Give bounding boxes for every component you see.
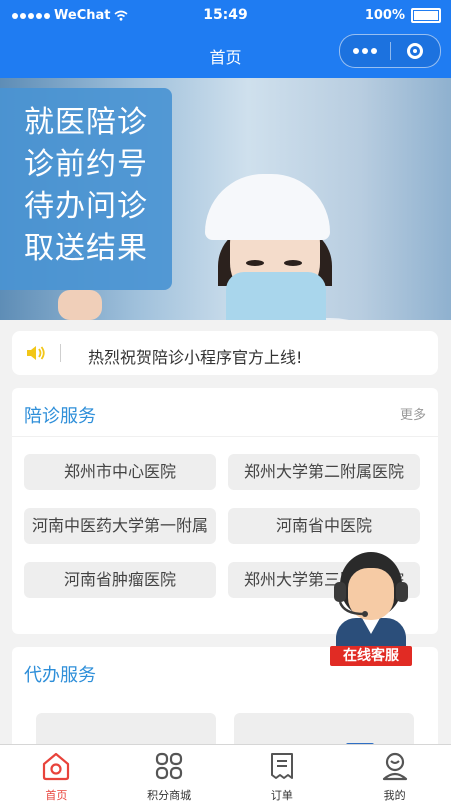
headset-icon — [334, 582, 408, 617]
hospital-item[interactable]: 河南省肿瘤医院 — [24, 562, 216, 598]
home-icon — [43, 752, 70, 781]
tab-label: 积分商城 — [147, 789, 192, 802]
announcement-bar[interactable]: 热烈祝贺陪诊小程序官方上线! — [12, 331, 438, 375]
announcement-text: 热烈祝贺陪诊小程序官方上线! — [88, 348, 303, 367]
section-title: 陪诊服务 — [24, 406, 96, 427]
hospital-item[interactable]: 郑州大学第二附属医院 — [228, 454, 420, 490]
nurse-cap — [205, 174, 330, 240]
hospital-item[interactable]: 郑州市中心医院 — [24, 454, 216, 490]
receipt-icon — [270, 753, 293, 779]
nurse-eye-right — [284, 260, 302, 266]
customer-service-label: 在线客服 — [330, 646, 412, 666]
more-options-icon[interactable] — [340, 48, 390, 54]
banner-line: 取送结果 — [24, 231, 148, 266]
banner-line: 就医陪诊 — [24, 105, 148, 140]
battery-icon — [411, 8, 441, 23]
nurse-eye-left — [246, 260, 264, 266]
hero-banner[interactable]: 就医陪诊 诊前约号 待办问诊 取送结果 — [0, 78, 451, 320]
more-link[interactable]: 更多 — [400, 404, 426, 423]
status-bar: WeChat 15:49 100% — [0, 0, 451, 32]
mini-program-capsule — [339, 34, 441, 68]
tab-label: 我的 — [383, 789, 406, 802]
nurse-mask — [226, 272, 326, 320]
user-icon — [382, 752, 407, 781]
nurse-hand — [58, 290, 102, 320]
bottom-tab-bar: 首页 积分商城 订单 我的 — [0, 744, 451, 804]
hospital-item[interactable]: 河南中医药大学第一附属 — [24, 508, 216, 544]
tab-points-mall[interactable]: 积分商城 — [113, 745, 226, 804]
battery-status: 100% — [365, 8, 441, 23]
banner-text-card: 就医陪诊 诊前约号 待办问诊 取送结果 — [0, 88, 172, 290]
tab-profile[interactable]: 我的 — [338, 745, 451, 804]
online-customer-service-button[interactable]: 在线客服 — [328, 548, 414, 668]
tab-home[interactable]: 首页 — [0, 745, 113, 804]
grid-icon — [156, 752, 183, 780]
speaker-icon — [27, 346, 45, 360]
close-mini-program-icon[interactable] — [390, 43, 440, 59]
section-divider — [12, 436, 438, 437]
notice-divider — [60, 344, 61, 362]
tab-label: 首页 — [45, 789, 68, 802]
banner-line: 待办问诊 — [24, 189, 148, 224]
section-title: 代办服务 — [24, 665, 96, 686]
hospital-item[interactable]: 河南省中医院 — [228, 508, 420, 544]
tab-orders[interactable]: 订单 — [226, 745, 339, 804]
battery-percent: 100% — [364, 8, 405, 23]
banner-line: 诊前约号 — [24, 147, 148, 182]
tab-label: 订单 — [270, 789, 293, 802]
navigation-bar: 首页 — [0, 32, 451, 78]
